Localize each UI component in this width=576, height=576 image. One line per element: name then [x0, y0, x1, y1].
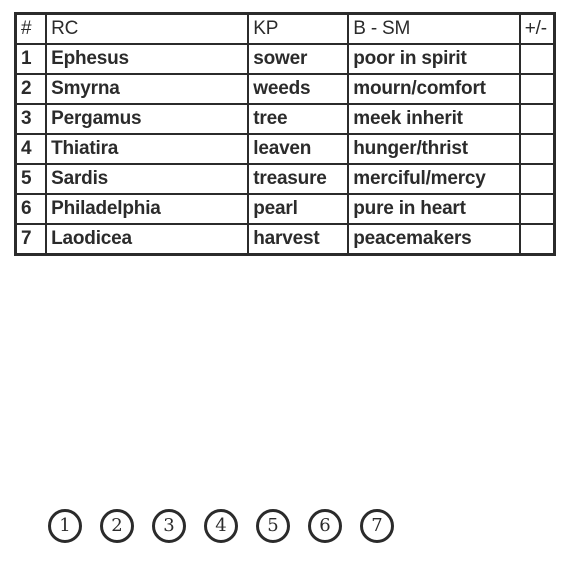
table-row: 5 Sardis treasure merciful/mercy — [14, 163, 556, 195]
cell-rc: Smyrna — [45, 73, 250, 105]
cell-bsm: hunger/thrist — [347, 133, 521, 165]
circle-number-2[interactable]: 2 — [100, 509, 134, 543]
column-header-number: # — [14, 12, 48, 45]
circle-number-1[interactable]: 1 — [48, 509, 82, 543]
circle-number-5[interactable]: 5 — [256, 509, 290, 543]
cell-bsm: peacemakers — [347, 223, 521, 256]
cell-kp: leaven — [247, 133, 350, 165]
table-row: 1 Ephesus sower poor in spirit — [14, 43, 556, 75]
column-header-bsm: B - SM — [347, 12, 521, 45]
cell-bsm: merciful/mercy — [347, 163, 521, 195]
cell-kp: harvest — [247, 223, 350, 256]
table-row: 6 Philadelphia pearl pure in heart — [14, 193, 556, 225]
cell-number: 7 — [14, 223, 48, 256]
table-header-row: # RC KP B - SM +/- — [14, 12, 556, 45]
cell-rc: Ephesus — [45, 43, 250, 75]
cell-kp: treasure — [247, 163, 350, 195]
cell-kp: tree — [247, 103, 350, 135]
table-row: 3 Pergamus tree meek inherit — [14, 103, 556, 135]
table-row: 7 Laodicea harvest peacemakers — [14, 223, 556, 256]
table-row: 2 Smyrna weeds mourn/comfort — [14, 73, 556, 105]
cell-rc: Sardis — [45, 163, 250, 195]
cell-bsm: meek inherit — [347, 103, 521, 135]
cell-number: 3 — [14, 103, 48, 135]
cell-kp: sower — [247, 43, 350, 75]
cell-plusminus — [518, 103, 556, 135]
cell-plusminus — [518, 163, 556, 195]
circle-number-6[interactable]: 6 — [308, 509, 342, 543]
cell-bsm: mourn/comfort — [347, 73, 521, 105]
cell-plusminus — [518, 193, 556, 225]
cell-number: 6 — [14, 193, 48, 225]
cell-rc: Laodicea — [45, 223, 250, 256]
cell-rc: Philadelphia — [45, 193, 250, 225]
cell-plusminus — [518, 133, 556, 165]
table-body: # RC KP B - SM +/- 1 Ephesus sower poor … — [14, 12, 556, 256]
cell-number: 5 — [14, 163, 48, 195]
column-header-rc: RC — [45, 12, 250, 45]
seven-churches-table: # RC KP B - SM +/- 1 Ephesus sower poor … — [14, 12, 556, 256]
cell-number: 4 — [14, 133, 48, 165]
cell-number: 2 — [14, 73, 48, 105]
cell-bsm: poor in spirit — [347, 43, 521, 75]
table-row: 4 Thiatira leaven hunger/thrist — [14, 133, 556, 165]
cell-rc: Thiatira — [45, 133, 250, 165]
cell-number: 1 — [14, 43, 48, 75]
circle-number-3[interactable]: 3 — [152, 509, 186, 543]
circle-number-7[interactable]: 7 — [360, 509, 394, 543]
column-header-plusminus: +/- — [518, 12, 556, 45]
cell-kp: weeds — [247, 73, 350, 105]
column-header-kp: KP — [247, 12, 350, 45]
cell-plusminus — [518, 223, 556, 256]
circle-number-4[interactable]: 4 — [204, 509, 238, 543]
cell-plusminus — [518, 43, 556, 75]
cell-bsm: pure in heart — [347, 193, 521, 225]
cell-plusminus — [518, 73, 556, 105]
circle-number-row: 1 2 3 4 5 6 7 — [48, 509, 394, 543]
cell-rc: Pergamus — [45, 103, 250, 135]
cell-kp: pearl — [247, 193, 350, 225]
